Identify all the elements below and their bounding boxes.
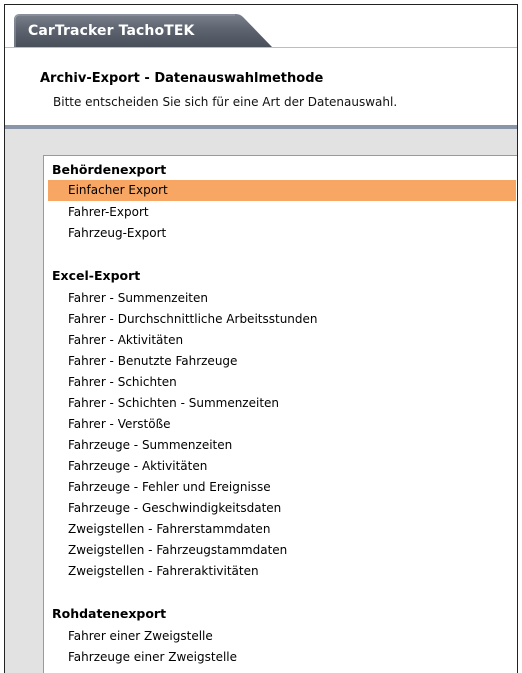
list-item[interactable]: Zweigstellen - Fahrerstammdaten [48, 519, 516, 540]
list-item[interactable]: Fahrer - Summenzeiten [48, 288, 516, 309]
list-item[interactable]: Fahrzeuge - Fehler und Ereignisse [48, 477, 516, 498]
list-item[interactable]: Fahrer einer Zweigstelle [48, 626, 516, 647]
list-item[interactable]: Zweigstellen - Fahrzeugstammdaten [48, 540, 516, 561]
list-item[interactable]: Fahrer - Schichten [48, 372, 516, 393]
list-item[interactable]: Fahrzeuge - Summenzeiten [48, 435, 516, 456]
title-bar: CarTracker TachoTEK [5, 5, 517, 48]
list-item[interactable]: Fahrzeuge einer Zweigstelle [48, 647, 516, 668]
list-item[interactable]: Zweigstellen - Fahreraktivitäten [48, 561, 516, 582]
list-item[interactable]: Fahrzeuge - Aktivitäten [48, 456, 516, 477]
group-header-rohdatenexport: Rohdatenexport [52, 606, 167, 621]
content-area: Behördenexport Einfacher Export Fahrer-E… [5, 129, 517, 673]
page-title: Archiv-Export - Datenauswahlmethode [40, 71, 324, 86]
title-tab: CarTracker TachoTEK [14, 14, 272, 47]
group-header-excel-export: Excel-Export [52, 268, 141, 283]
list-item[interactable]: Fahrer - Benutzte Fahrzeuge [48, 351, 516, 372]
list-item[interactable]: Fahrer - Durchschnittliche Arbeitsstunde… [48, 309, 516, 330]
list-item-einfacher-export[interactable]: Einfacher Export [48, 180, 516, 201]
wizard-header [5, 48, 517, 125]
list-item[interactable]: Fahrer - Verstöße [48, 414, 516, 435]
data-selection-list[interactable]: Behördenexport Einfacher Export Fahrer-E… [43, 155, 517, 673]
list-item-fahrzeug-export[interactable]: Fahrzeug-Export [48, 223, 516, 244]
list-item[interactable]: Fahrzeuge - Geschwindigkeitsdaten [48, 498, 516, 519]
app-title: CarTracker TachoTEK [28, 23, 195, 39]
list-item[interactable]: Fahrer - Schichten - Summenzeiten [48, 393, 516, 414]
app-window: CarTracker TachoTEK Archiv-Export - Date… [4, 4, 518, 673]
list-item-fahrer-export[interactable]: Fahrer-Export [48, 202, 516, 223]
list-item[interactable]: Fahrer - Aktivitäten [48, 330, 516, 351]
page-subtitle: Bitte entscheiden Sie sich für eine Art … [53, 95, 398, 109]
group-header-behoerdenexport: Behördenexport [52, 162, 167, 177]
